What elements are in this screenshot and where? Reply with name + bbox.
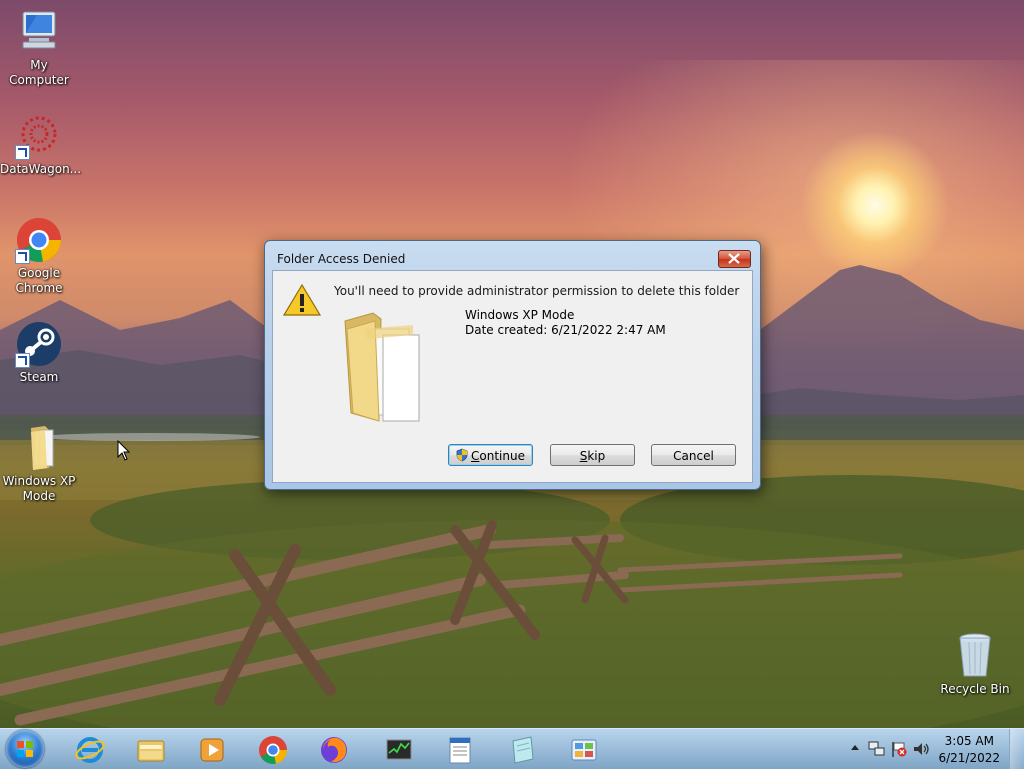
taskbar-file-explorer[interactable] bbox=[123, 731, 177, 767]
taskbar-control-panel[interactable] bbox=[556, 731, 610, 767]
chrome-icon bbox=[259, 736, 288, 764]
taskbar-task-manager[interactable] bbox=[371, 731, 425, 767]
network-icon[interactable] bbox=[868, 740, 886, 758]
show-hidden-icons-icon[interactable] bbox=[850, 743, 860, 753]
taskbar-firefox[interactable] bbox=[306, 731, 360, 767]
system-tray: 3:05 AM 6/21/2022 bbox=[834, 729, 1024, 769]
folder-icon bbox=[15, 424, 63, 472]
computer-icon bbox=[15, 8, 63, 56]
notepad-icon bbox=[512, 736, 534, 764]
clock-time[interactable]: 3:05 AM bbox=[945, 734, 994, 748]
datawagon-icon bbox=[15, 112, 63, 160]
dialog-title: Folder Access Denied bbox=[277, 252, 406, 266]
action-center-flag-icon[interactable] bbox=[890, 740, 908, 758]
dialog-message: You'll need to provide administrator per… bbox=[334, 284, 740, 298]
recycle-bin-icon bbox=[951, 632, 999, 680]
task-manager-icon bbox=[386, 739, 412, 760]
dialog-body: You'll need to provide administrator per… bbox=[272, 270, 753, 483]
media-player-icon bbox=[200, 738, 224, 762]
continue-button[interactable]: Continue bbox=[448, 444, 533, 466]
windows-logo-icon bbox=[17, 741, 33, 757]
close-button[interactable] bbox=[718, 250, 751, 268]
desktop-icon-my-computer[interactable]: My Computer bbox=[0, 8, 78, 88]
uac-shield-icon bbox=[456, 448, 468, 462]
shortcut-arrow-icon bbox=[15, 249, 30, 264]
desktop-icon-label: My Computer bbox=[9, 58, 69, 87]
firefox-icon bbox=[321, 737, 347, 763]
steam-icon bbox=[15, 320, 63, 368]
desktop-icon-windows-xp-mode[interactable]: Windows XP Mode bbox=[0, 424, 78, 504]
taskbar: 3:05 AM 6/21/2022 bbox=[0, 728, 1024, 769]
shortcut-arrow-icon bbox=[15, 145, 30, 160]
start-button[interactable] bbox=[6, 730, 44, 768]
desktop-icon-label: Steam bbox=[19, 370, 59, 384]
show-desktop-button[interactable] bbox=[1009, 729, 1024, 769]
skip-button[interactable]: Skip bbox=[550, 444, 635, 466]
control-panel-icon bbox=[571, 739, 597, 761]
desktop-icon-google-chrome[interactable]: Google Chrome bbox=[0, 216, 78, 296]
chrome-icon bbox=[15, 216, 63, 264]
desktop-icon-label: Windows XP Mode bbox=[2, 474, 76, 503]
desktop-icon-recycle-bin[interactable]: Recycle Bin bbox=[936, 632, 1014, 697]
close-icon bbox=[728, 253, 740, 264]
internet-explorer-icon bbox=[75, 737, 105, 763]
taskbar-notepad[interactable] bbox=[494, 731, 548, 767]
item-name: Windows XP Mode bbox=[465, 308, 575, 322]
volume-icon[interactable] bbox=[912, 741, 930, 757]
desktop-icon-steam[interactable]: Steam bbox=[0, 320, 78, 385]
clock-date[interactable]: 6/21/2022 bbox=[938, 751, 1000, 765]
taskbar-chrome[interactable] bbox=[245, 731, 299, 767]
warning-icon bbox=[283, 283, 321, 316]
shortcut-arrow-icon bbox=[15, 353, 30, 368]
desktop-icon-datawagon[interactable]: DataWagon... bbox=[0, 112, 82, 177]
taskbar-internet-explorer[interactable] bbox=[62, 731, 116, 767]
taskbar-media-player[interactable] bbox=[184, 731, 238, 767]
desktop-icon-label: Google Chrome bbox=[15, 266, 63, 295]
wordpad-icon bbox=[449, 737, 471, 764]
mouse-cursor-icon bbox=[117, 440, 131, 461]
cancel-button[interactable]: Cancel bbox=[651, 444, 736, 466]
taskbar-wordpad[interactable] bbox=[432, 731, 486, 767]
desktop-icon-label: Recycle Bin bbox=[940, 682, 1010, 696]
skip-label: kip bbox=[587, 449, 606, 463]
item-date-created: Date created: 6/21/2022 2:47 AM bbox=[465, 323, 666, 337]
desktop-icon-label: DataWagon... bbox=[0, 162, 82, 176]
folder-access-denied-dialog: Folder Access Denied You'll need to prov… bbox=[264, 240, 761, 490]
file-explorer-icon bbox=[137, 740, 165, 762]
folder-icon bbox=[344, 312, 420, 422]
continue-label: ontinue bbox=[479, 449, 525, 463]
